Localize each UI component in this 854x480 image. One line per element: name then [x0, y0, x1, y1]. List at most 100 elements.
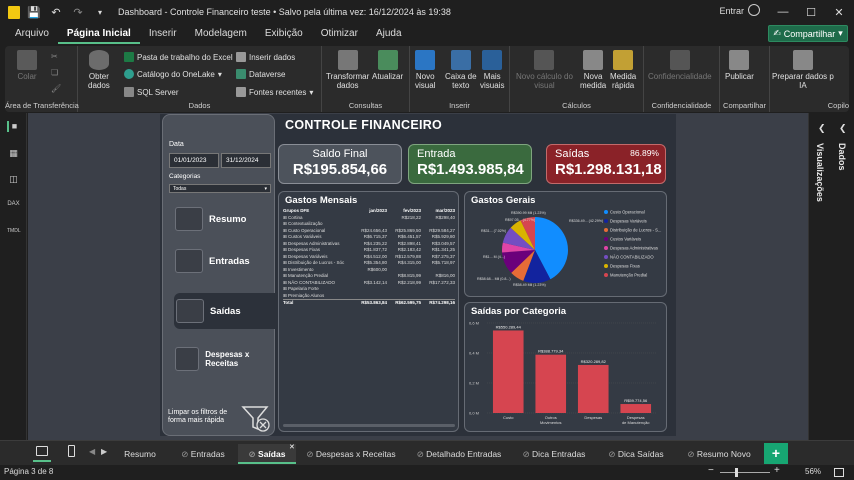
paste-button[interactable]: Colar	[17, 50, 37, 81]
card-entrada[interactable]: Entrada R$1.493.985,84	[408, 144, 532, 184]
format-painter-button[interactable]: 🖌	[51, 84, 61, 93]
nav-button-resumo[interactable]: Resumo	[175, 201, 273, 237]
transform-label-2: dados	[336, 81, 359, 90]
close-tab-icon[interactable]: ✕	[289, 443, 295, 451]
recent-sources-button[interactable]: Fontes recentes ▾	[236, 87, 313, 97]
collapse-data-icon[interactable]: ❮	[839, 123, 847, 134]
dax-view-icon[interactable]: DAX	[7, 201, 20, 212]
fit-page-icon[interactable]	[834, 468, 844, 477]
nav-button-entradas[interactable]: Entradas	[175, 243, 273, 279]
ribbon-group-share: Publicar Compartilhar	[720, 46, 770, 112]
page-tab-dica-entradas[interactable]: ⊘ Dica Entradas	[512, 444, 596, 464]
menu-inserir[interactable]: Inserir	[140, 24, 186, 44]
legend-entry[interactable]: Manutenção Predial	[610, 273, 647, 278]
category-dropdown[interactable]: Todas ▾	[169, 184, 271, 193]
menu-modelagem[interactable]: Modelagem	[186, 24, 256, 44]
sensitivity-button[interactable]: Confidencialidade	[648, 50, 712, 81]
menu-arquivo[interactable]: Arquivo	[6, 24, 58, 44]
report-title: CONTROLE FINANCEIRO	[285, 118, 443, 132]
menu-pagina-inicial[interactable]: Página Inicial	[57, 24, 140, 44]
legend-entry[interactable]: Despesas Fixas	[610, 264, 640, 269]
mobile-view-icon[interactable]	[68, 445, 75, 457]
desktop-view-icon[interactable]	[36, 446, 48, 456]
zoom-slider[interactable]	[720, 468, 770, 477]
more-visuals-button[interactable]: Mais visuais	[480, 50, 504, 90]
nav-button-despesas-receitas[interactable]: Despesas x Receitas	[175, 341, 273, 377]
page-tabs-bar: ◀ ▶ Resumo ⊘ Entradas ⊘ Saídas ✕ ⊘ Despe…	[0, 440, 854, 465]
next-page-icon[interactable]: ▶	[101, 447, 107, 456]
excel-button[interactable]: Pasta de trabalho do Excel	[124, 52, 233, 62]
page-tab-entradas[interactable]: ⊘ Entradas	[168, 444, 238, 464]
clear-filter-icon[interactable]	[241, 405, 271, 433]
bar[interactable]	[535, 354, 567, 413]
matrix-gastos-mensais[interactable]: Gastos Mensais Grupos DFE jan/2023 fev/202…	[278, 191, 459, 432]
nav-button-saidas[interactable]: Saídas	[174, 293, 275, 329]
cut-button[interactable]: ✂	[51, 52, 58, 61]
data-pane-tab[interactable]: Dados	[837, 143, 847, 171]
legend-entry[interactable]: Distribuição de Lucros - S...	[610, 228, 661, 233]
prepare-ai-button[interactable]: Preparar dados p IA	[772, 50, 834, 90]
menu-ajuda[interactable]: Ajuda	[367, 24, 411, 44]
legend-marker	[604, 264, 608, 268]
minimize-button[interactable]: —	[770, 3, 796, 21]
pie-gastos-gerais[interactable]: Gastos Gerais R$390.99 Mil (1.23%) R$97.0…	[464, 191, 667, 297]
zoom-in-button[interactable]: +	[774, 465, 780, 476]
account-icon[interactable]	[748, 4, 760, 16]
share-button[interactable]: ✍ Compartilhar ▾	[768, 25, 848, 42]
bar[interactable]	[577, 364, 609, 413]
table-view-icon[interactable]: ▦	[7, 148, 20, 159]
new-measure-button[interactable]: Nova medida	[580, 50, 606, 90]
legend-entry[interactable]: NÃO CONTABILIZADO	[610, 255, 654, 260]
undo-icon[interactable]: ↶	[48, 4, 64, 20]
legend-entry[interactable]: Custos Variáveis	[610, 237, 641, 242]
redo-icon[interactable]: ↷	[70, 4, 86, 20]
menu-exibicao[interactable]: Exibição	[256, 24, 312, 44]
card-saidas[interactable]: Saídas 86.89% R$1.298.131,18	[546, 144, 666, 184]
bar[interactable]	[492, 330, 524, 413]
get-data-button[interactable]: Obter dados	[88, 50, 110, 90]
quick-measure-button[interactable]: Medida rápida	[610, 50, 636, 90]
page-tab-dica-saidas[interactable]: ⊘ Dica Saídas	[596, 444, 676, 464]
more-visuals-icon	[482, 50, 503, 70]
prev-page-icon[interactable]: ◀	[89, 447, 95, 456]
report-view-icon[interactable]: ■	[7, 121, 20, 132]
new-visual-button[interactable]: Novo visual	[415, 50, 435, 90]
legend-entry[interactable]: Custo Operacional	[610, 210, 645, 215]
horizontal-scrollbar[interactable]	[283, 424, 455, 427]
date-from-input[interactable]: 01/01/2023	[169, 153, 219, 168]
save-icon[interactable]: 💾	[26, 4, 42, 20]
bar-saidas-categoria[interactable]: Saídas por Categoria 0,6 M 0,4 M 0,2 M 0,0 …	[464, 302, 667, 432]
copy-button[interactable]: ❏	[51, 68, 58, 77]
legend-entry[interactable]: Despesas Variáveis	[610, 219, 647, 224]
text-box-button[interactable]: Caixa de texto	[445, 50, 477, 90]
quick-access-dropdown-icon[interactable]: ▾	[92, 4, 108, 20]
date-to-input[interactable]: 31/12/2024	[221, 153, 271, 168]
onelake-button[interactable]: Catálogo do OneLake ▾	[124, 69, 222, 79]
enter-data-button[interactable]: Inserir dados	[236, 52, 295, 62]
page-tab-resumo[interactable]: Resumo	[112, 444, 168, 464]
zoom-out-button[interactable]: −	[708, 465, 714, 476]
sql-server-button[interactable]: SQL Server	[124, 87, 179, 97]
visualizations-pane-tab[interactable]: Visualizações	[815, 143, 825, 202]
bar[interactable]	[620, 404, 652, 413]
zoom-slider-thumb[interactable]	[735, 468, 738, 477]
page-tab-resumo-novo[interactable]: ⊘ Resumo Novo	[676, 444, 762, 464]
dataverse-button[interactable]: Dataverse	[236, 69, 285, 79]
page-tab-saidas[interactable]: ⊘ Saídas	[238, 444, 296, 464]
maximize-button[interactable]: ☐	[798, 3, 824, 21]
menu-otimizar[interactable]: Otimizar	[312, 24, 367, 44]
close-button[interactable]: ✕	[826, 3, 852, 21]
page-tab-detalhado-entradas[interactable]: ⊘ Detalhado Entradas	[406, 444, 512, 464]
publish-button[interactable]: Publicar	[725, 50, 754, 81]
model-view-icon[interactable]: ◫	[7, 174, 20, 185]
sign-in-link[interactable]: Entrar	[719, 6, 744, 16]
add-page-button[interactable]: +	[764, 443, 788, 464]
new-visual-calc-button[interactable]: Novo cálculo do visual	[516, 50, 573, 90]
collapse-visualizations-icon[interactable]: ❮	[818, 123, 826, 134]
refresh-button[interactable]: Atualizar	[372, 50, 403, 81]
legend-entry[interactable]: Despesas Administrativas	[610, 246, 658, 251]
card-saldo-final[interactable]: Saldo Final R$195.854,66	[278, 144, 402, 184]
transform-data-button[interactable]: Transformar dados	[326, 50, 369, 90]
page-tab-despesas-receitas[interactable]: ⊘ Despesas x Receitas	[296, 444, 406, 464]
tmdl-view-icon[interactable]: TMDL	[7, 228, 21, 239]
